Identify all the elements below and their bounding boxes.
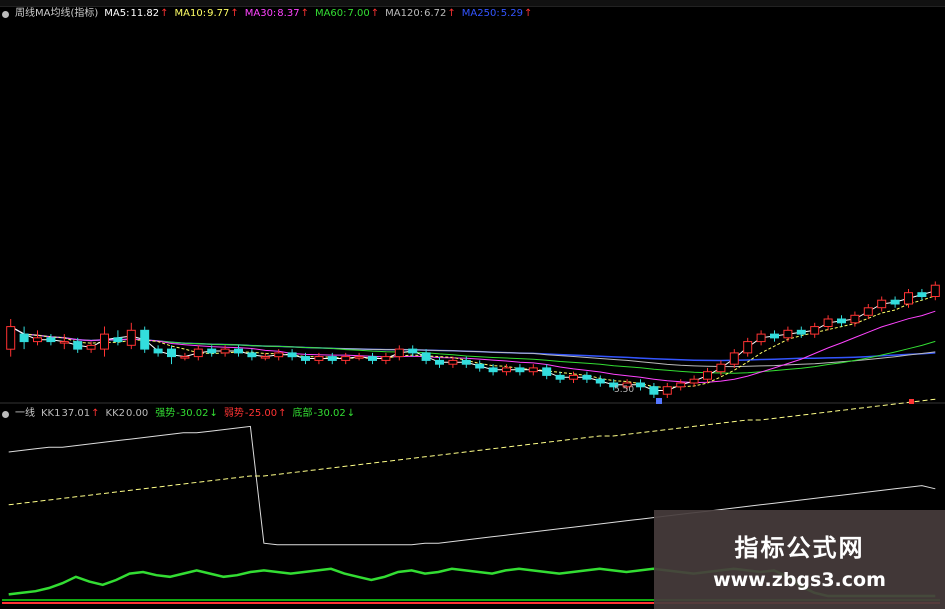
candle-body[interactable] — [140, 329, 150, 350]
candle-body[interactable] — [180, 356, 190, 359]
candle-body[interactable] — [59, 341, 69, 344]
ma30-line — [10, 310, 936, 384]
candle-body[interactable] — [287, 352, 297, 358]
candle-body[interactable] — [877, 299, 887, 309]
candle-body[interactable] — [582, 374, 592, 380]
candle-body[interactable] — [421, 352, 431, 361]
candle-body[interactable] — [33, 337, 42, 343]
candle-body[interactable] — [555, 374, 565, 380]
ma60-line — [10, 326, 936, 374]
candle-body[interactable] — [394, 348, 404, 358]
candle-body[interactable] — [595, 378, 605, 384]
candle-body[interactable] — [193, 348, 203, 358]
signal-marker-red — [909, 399, 914, 404]
candle-body[interactable] — [783, 329, 793, 339]
candle-body[interactable] — [234, 348, 243, 354]
candle-body[interactable] — [488, 367, 498, 373]
candle-body[interactable] — [260, 356, 270, 359]
watermark-url: www.zbgs3.com — [713, 569, 886, 591]
candle-body[interactable] — [274, 352, 284, 358]
candle-body[interactable] — [368, 356, 377, 361]
candle-body[interactable] — [796, 329, 806, 335]
candle-body[interactable] — [435, 359, 444, 365]
candle-body[interactable] — [837, 318, 846, 324]
candle-body[interactable] — [220, 348, 230, 354]
candle-body[interactable] — [810, 326, 820, 335]
candle-body[interactable] — [770, 333, 779, 339]
candle-body[interactable] — [528, 367, 538, 373]
candle-body[interactable] — [301, 356, 310, 361]
candle-body[interactable] — [930, 284, 940, 298]
candle-body[interactable] — [756, 333, 766, 343]
candle-body[interactable] — [863, 307, 873, 316]
candle-body[interactable] — [408, 348, 418, 354]
candle-body[interactable] — [716, 363, 726, 373]
candle-body[interactable] — [113, 337, 123, 343]
ma10-line — [10, 295, 936, 389]
candle-body[interactable] — [86, 344, 96, 350]
candle-body[interactable] — [662, 386, 672, 395]
candle-body[interactable] — [569, 374, 578, 380]
candle-body[interactable] — [689, 378, 699, 384]
candle-body[interactable] — [475, 363, 485, 369]
candle-body[interactable] — [890, 299, 900, 305]
candle-body[interactable] — [703, 371, 712, 380]
candle-body[interactable] — [461, 359, 471, 365]
low-price-label: 5.50 — [614, 385, 634, 395]
candle-body[interactable] — [327, 356, 337, 361]
candle-body[interactable] — [448, 359, 458, 365]
candle-body[interactable] — [6, 326, 16, 350]
candle-body[interactable] — [126, 329, 136, 346]
candle-body[interactable] — [743, 341, 753, 354]
candle-body[interactable] — [341, 356, 351, 361]
watermark-title: 指标公式网 — [734, 534, 865, 562]
candle-body[interactable] — [207, 348, 217, 354]
candle-body[interactable] — [542, 367, 552, 376]
candle-body[interactable] — [850, 314, 860, 324]
candle-body[interactable] — [100, 333, 109, 350]
price-pane[interactable] — [6, 281, 940, 398]
candle-body[interactable] — [354, 356, 364, 359]
candle-body[interactable] — [649, 386, 659, 395]
candle-body[interactable] — [823, 318, 833, 327]
candle-body[interactable] — [904, 292, 913, 305]
candle-body[interactable] — [46, 337, 56, 343]
indicator-line-2 — [8, 398, 936, 506]
candle-body[interactable] — [502, 367, 511, 373]
candle-body[interactable] — [729, 352, 739, 365]
candle-body[interactable] — [381, 356, 391, 361]
signal-marker-blue — [656, 398, 662, 404]
candle-body[interactable] — [73, 341, 83, 350]
candle-body[interactable] — [167, 348, 176, 358]
candle-body[interactable] — [676, 382, 686, 388]
candle-body[interactable] — [636, 382, 645, 388]
candle-body[interactable] — [247, 352, 257, 358]
candle-body[interactable] — [314, 356, 324, 361]
candle-body[interactable] — [19, 333, 29, 343]
candle-body[interactable] — [153, 348, 163, 354]
candle-body[interactable] — [917, 292, 927, 298]
candle-body[interactable] — [515, 367, 525, 373]
watermark-box: 指标公式网 www.zbgs3.com — [654, 510, 945, 609]
